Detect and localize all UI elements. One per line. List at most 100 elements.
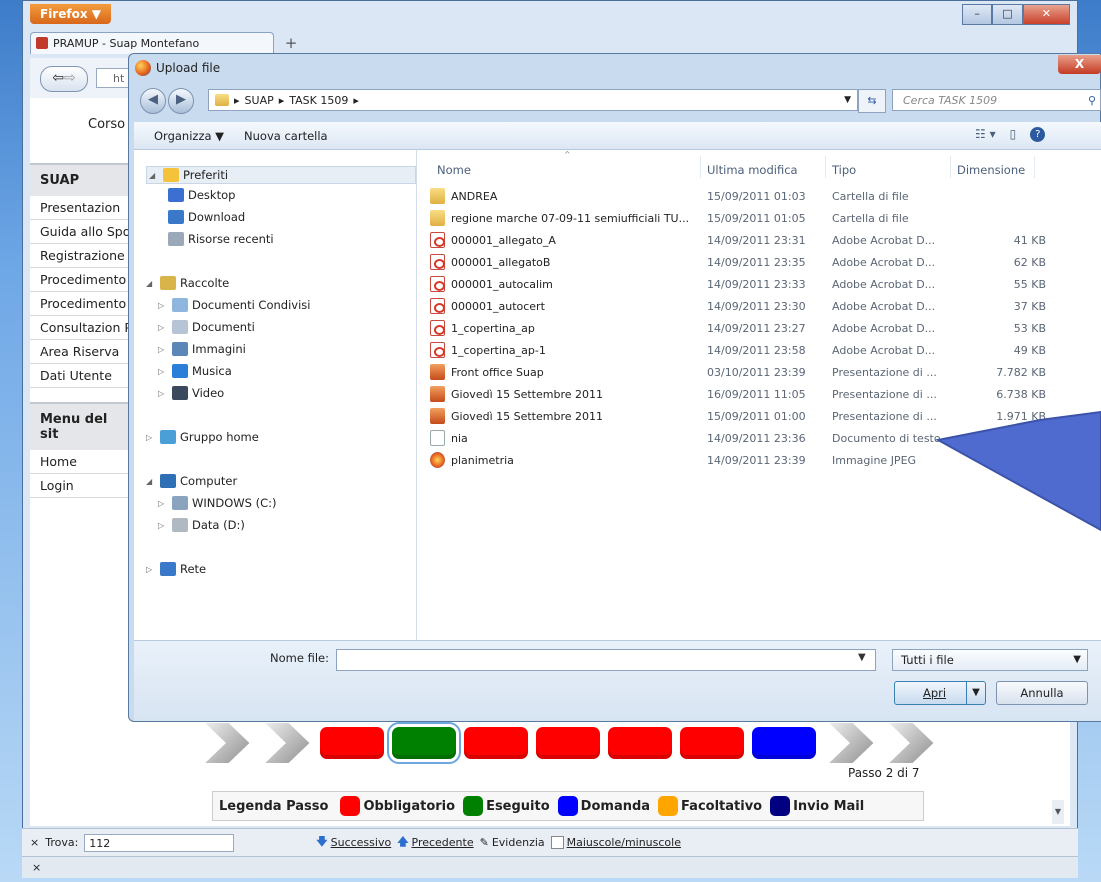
file-row[interactable]: 000001_allegato_A 14/09/2011 23:31 Adobe A…	[430, 229, 1050, 251]
nav-music[interactable]: ▷ Musica	[158, 364, 232, 378]
chevron-down-icon[interactable]: ▼	[858, 652, 866, 663]
find-previous-button[interactable]: 🡅 Precedente	[397, 833, 473, 852]
column-header-name[interactable]: Nome	[437, 163, 471, 177]
nav-libraries[interactable]: ◢ Raccolte	[146, 276, 229, 290]
filetype-select[interactable]: Tutti i file ▼	[892, 649, 1088, 671]
expand-arrow-icon[interactable]: ▷	[158, 499, 168, 508]
back-icon[interactable]: ◀	[140, 88, 166, 114]
nav-pictures[interactable]: ▷ Immagini	[158, 342, 246, 356]
step-button-6[interactable]	[680, 727, 744, 759]
chevron-down-icon[interactable]: ▼	[966, 682, 985, 704]
nav-drive-c[interactable]: ▷ WINDOWS (C:)	[158, 496, 276, 510]
file-row[interactable]: 000001_autocert 14/09/2011 23:30 Adobe Acr…	[430, 295, 1050, 317]
nav-desktop[interactable]: Desktop	[168, 188, 235, 202]
close-window-button[interactable]: ✕	[1022, 4, 1070, 25]
step-button-2[interactable]	[387, 722, 461, 764]
preview-pane-icon[interactable]: ▯	[1010, 127, 1017, 142]
column-header-type[interactable]: Tipo	[832, 163, 856, 177]
scrollbar-down-arrow[interactable]: ▼	[1052, 800, 1064, 824]
help-icon[interactable]: ?	[1030, 127, 1046, 142]
expand-arrow-icon[interactable]: ▷	[158, 345, 168, 354]
nav-documents[interactable]: ▷ Documenti	[158, 320, 255, 334]
back-forward-buttons[interactable]: ⇦⇨	[40, 66, 88, 92]
dialog-address-bar[interactable]: ▸ SUAP ▸ TASK 1509 ▸ ▼	[208, 89, 858, 111]
view-options-icon[interactable]: ☷ ▾	[975, 127, 996, 142]
nav-computer[interactable]: ◢ Computer	[146, 474, 237, 488]
firefox-menu-button[interactable]: Firefox ▼	[30, 4, 111, 24]
nav-shared-docs[interactable]: ▷ Documenti Condivisi	[158, 298, 310, 312]
dialog-search-input[interactable]: Cerca TASK 1509 ⚲	[892, 89, 1101, 111]
sidebar-item[interactable]: Login	[30, 474, 130, 498]
file-row[interactable]: regione marche 07-09-11 semiufficiali TU…	[430, 207, 1050, 229]
dialog-close-button[interactable]: X	[1058, 55, 1101, 74]
next-step-arrow-icon[interactable]	[829, 723, 874, 763]
find-next-button[interactable]: 🡇 Successivo	[316, 833, 391, 852]
status-bar-close-icon[interactable]: ×	[32, 861, 41, 874]
sidebar-item[interactable]: Area Riserva	[30, 340, 130, 364]
file-row[interactable]: 000001_allegatoB 14/09/2011 23:35 Adobe Ac…	[430, 251, 1050, 273]
nav-homegroup[interactable]: ▷ Gruppo home	[146, 430, 259, 444]
find-bar-close-icon[interactable]: ×	[30, 836, 39, 849]
nav-video[interactable]: ▷ Video	[158, 386, 224, 400]
sidebar-item[interactable]: Procedimento	[30, 268, 130, 292]
step-button-3[interactable]	[464, 727, 528, 759]
search-icon[interactable]: ⚲	[1088, 90, 1096, 112]
refresh-button[interactable]: ⇆	[858, 89, 886, 113]
first-step-arrow-icon[interactable]	[205, 723, 250, 763]
chevron-down-icon[interactable]: ▼	[844, 95, 851, 105]
sidebar-item[interactable]: Presentazion	[30, 196, 130, 220]
step-button-1[interactable]	[320, 727, 384, 759]
sidebar-item[interactable]: Registrazione Accreditamer	[30, 244, 130, 268]
nav-download[interactable]: Download	[168, 210, 245, 224]
sidebar-item[interactable]: Home	[30, 450, 130, 474]
nav-drive-d[interactable]: ▷ Data (D:)	[158, 518, 245, 532]
open-button[interactable]: Apri ▼	[894, 681, 986, 705]
column-header-size[interactable]: Dimensione	[957, 163, 1025, 177]
file-row[interactable]: ANDREA 15/09/2011 01:03 Cartella di file	[430, 185, 1050, 207]
sidebar-item[interactable]: Consultazion Pratiche	[30, 316, 130, 340]
sidebar-item[interactable]: Guida allo Sportello	[30, 220, 130, 244]
new-tab-button[interactable]: +	[280, 34, 302, 52]
breadcrumb-suap[interactable]: SUAP	[245, 94, 274, 107]
file-row[interactable]: 1_copertina_ap 14/09/2011 23:27 Adobe Acro…	[430, 317, 1050, 339]
expand-arrow-icon[interactable]: ▷	[146, 565, 156, 574]
column-header-modified[interactable]: Ultima modifica	[707, 163, 798, 177]
file-row[interactable]: 000001_autocalim 14/09/2011 23:33 Adobe Ac…	[430, 273, 1050, 295]
expand-arrow-icon[interactable]: ◢	[149, 171, 159, 180]
cancel-button[interactable]: Annulla	[996, 681, 1088, 705]
organize-button[interactable]: Organizza ▼	[154, 129, 224, 143]
expand-arrow-icon[interactable]: ◢	[146, 477, 156, 486]
sidebar-item[interactable]: Dati Utente	[30, 364, 130, 388]
step-button-7[interactable]	[752, 727, 816, 759]
expand-arrow-icon[interactable]: ▷	[158, 301, 168, 310]
file-row[interactable]: 1_copertina_ap-1 14/09/2011 23:58 Adobe Ac…	[430, 339, 1050, 361]
breadcrumb-task[interactable]: TASK 1509	[289, 94, 348, 107]
match-case-checkbox[interactable]: Maiuscole/minuscole	[550, 836, 681, 849]
forward-arrow-icon[interactable]: ⇨	[64, 70, 76, 86]
highlight-button[interactable]: ✎ Evidenzia	[480, 836, 545, 849]
back-arrow-icon[interactable]: ⇦	[52, 70, 64, 86]
nav-favorites[interactable]: ◢ Preferiti	[146, 166, 416, 184]
expand-arrow-icon[interactable]: ▷	[158, 323, 168, 332]
forward-icon[interactable]: ▶	[168, 88, 194, 114]
prev-step-arrow-icon[interactable]	[265, 723, 310, 763]
browser-tab[interactable]: PRAMUP - Suap Montefano	[30, 32, 274, 54]
maximize-button[interactable]: □	[992, 4, 1023, 25]
step-button-5[interactable]	[608, 727, 672, 759]
presentation-icon	[430, 386, 445, 402]
nav-recent[interactable]: Risorse recenti	[168, 232, 274, 246]
file-row[interactable]: Front office Suap 03/10/2011 23:39 Present…	[430, 361, 1050, 383]
last-step-arrow-icon[interactable]	[889, 723, 934, 763]
expand-arrow-icon[interactable]: ▷	[146, 433, 156, 442]
nav-network[interactable]: ▷ Rete	[146, 562, 206, 576]
expand-arrow-icon[interactable]: ◢	[146, 279, 156, 288]
filename-input[interactable]	[336, 649, 876, 671]
step-button-4[interactable]	[536, 727, 600, 759]
find-input[interactable]: 112	[84, 833, 235, 852]
expand-arrow-icon[interactable]: ▷	[158, 367, 168, 376]
expand-arrow-icon[interactable]: ▷	[158, 389, 168, 398]
new-folder-button[interactable]: Nuova cartella	[244, 129, 328, 143]
minimize-button[interactable]: –	[962, 4, 993, 25]
expand-arrow-icon[interactable]: ▷	[158, 521, 168, 530]
sidebar-item[interactable]: Procedimento Ordinario	[30, 292, 130, 316]
